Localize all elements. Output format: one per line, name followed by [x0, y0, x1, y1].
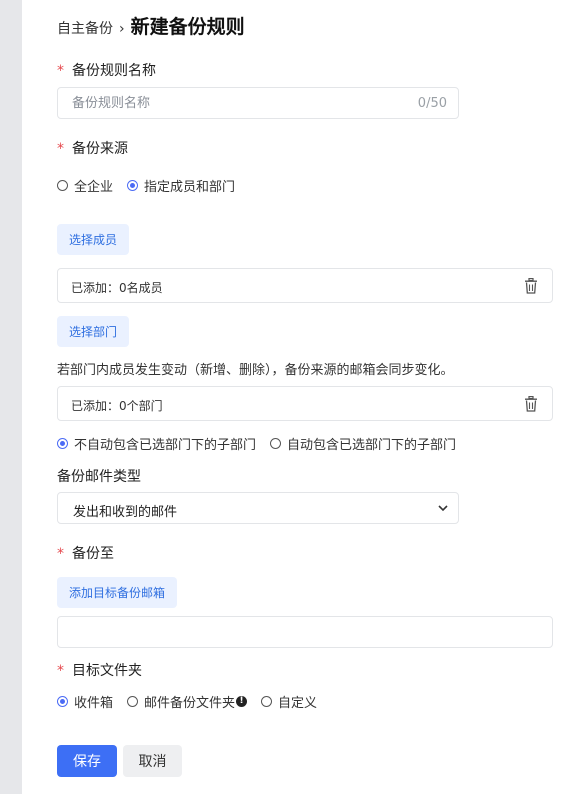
radio-whole-company[interactable]: 全企业 [57, 176, 113, 195]
char-counter: 0/50 [417, 96, 447, 111]
radio-exclude-subdepts[interactable]: 不自动包含已选部门下的子部门 [57, 434, 256, 453]
radio-label: 不自动包含已选部门下的子部门 [74, 438, 257, 453]
mail-type-selected-value: 发出和收到的邮件 [73, 505, 178, 520]
radio-label: 全企业 [74, 180, 114, 195]
radio-label: 自动包含已选部门下的子部门 [287, 438, 457, 453]
target-folder-label-text: 目标文件夹 [72, 663, 142, 679]
radio-circle[interactable] [270, 438, 282, 449]
radio-circle-selected[interactable] [57, 438, 68, 449]
target-mailbox-field[interactable] [57, 616, 553, 648]
trash-icon[interactable] [524, 396, 538, 412]
rule-name-input[interactable] [70, 95, 394, 112]
mail-type-label: 备份邮件类型 [57, 469, 141, 485]
source-label-text: 备份来源 [72, 141, 128, 157]
info-icon[interactable]: ! [236, 696, 248, 707]
subdept-radio-group: 不自动包含已选部门下的子部门 自动包含已选部门下的子部门 [57, 434, 470, 453]
target-folder-label: * 目标文件夹 [57, 660, 142, 680]
rule-name-label: * 备份规则名称 [57, 60, 156, 80]
required-mark: * [57, 141, 64, 157]
breadcrumb: 自主备份 › 新建备份规则 [57, 12, 245, 39]
radio-include-subdepts[interactable]: 自动包含已选部门下的子部门 [270, 434, 456, 453]
trash-icon[interactable] [524, 278, 538, 294]
rule-name-label-text: 备份规则名称 [72, 63, 156, 79]
radio-label: 收件箱 [74, 696, 114, 711]
radio-specific-members[interactable]: 指定成员和部门 [127, 176, 235, 195]
radio-circle[interactable] [261, 696, 273, 707]
save-button[interactable]: 保存 [57, 745, 117, 777]
backup-to-label-text: 备份至 [72, 546, 114, 562]
select-members-button[interactable]: 选择成员 [57, 224, 130, 255]
departments-added-text: 已添加：0个部门 [71, 399, 163, 413]
departments-added-box: 已添加：0个部门 [57, 386, 553, 421]
mail-type-select[interactable]: 发出和收到的邮件 [57, 492, 459, 524]
breadcrumb-separator: › [119, 21, 125, 37]
target-folder-radio-group: 收件箱 邮件备份文件夹! 自定义 [57, 692, 331, 711]
required-mark: * [57, 546, 64, 562]
radio-inbox[interactable]: 收件箱 [57, 692, 113, 711]
members-added-box: 已添加：0名成员 [57, 268, 553, 303]
source-radio-group: 全企业 指定成员和部门 [57, 176, 249, 195]
rule-name-field[interactable]: 0/50 [57, 87, 459, 119]
required-mark: * [57, 663, 64, 679]
chevron-down-icon [438, 505, 448, 512]
radio-circle[interactable] [57, 180, 68, 191]
radio-circle-selected[interactable] [57, 696, 68, 707]
cancel-button[interactable]: 取消 [123, 745, 182, 777]
radio-label: 自定义 [278, 696, 318, 711]
backup-to-label: * 备份至 [57, 543, 114, 563]
radio-custom[interactable]: 自定义 [261, 692, 317, 711]
source-label: * 备份来源 [57, 138, 128, 158]
breadcrumb-parent-link[interactable]: 自主备份 [57, 18, 113, 38]
radio-backup-folder[interactable]: 邮件备份文件夹! [127, 692, 248, 711]
radio-circle-selected[interactable] [127, 180, 139, 191]
required-mark: * [57, 63, 64, 79]
members-added-text: 已添加：0名成员 [71, 281, 163, 295]
source-hint: 若部门内成员发生变动（新增、删除），备份来源的邮箱会同步变化。 [57, 363, 454, 378]
radio-label: 指定成员和部门 [144, 180, 236, 195]
add-target-mailbox-button[interactable]: 添加目标备份邮箱 [57, 577, 178, 608]
radio-circle[interactable] [127, 696, 139, 707]
page-title: 新建备份规则 [130, 16, 245, 38]
select-departments-button[interactable]: 选择部门 [57, 316, 130, 347]
radio-label: 邮件备份文件夹 [144, 696, 236, 711]
